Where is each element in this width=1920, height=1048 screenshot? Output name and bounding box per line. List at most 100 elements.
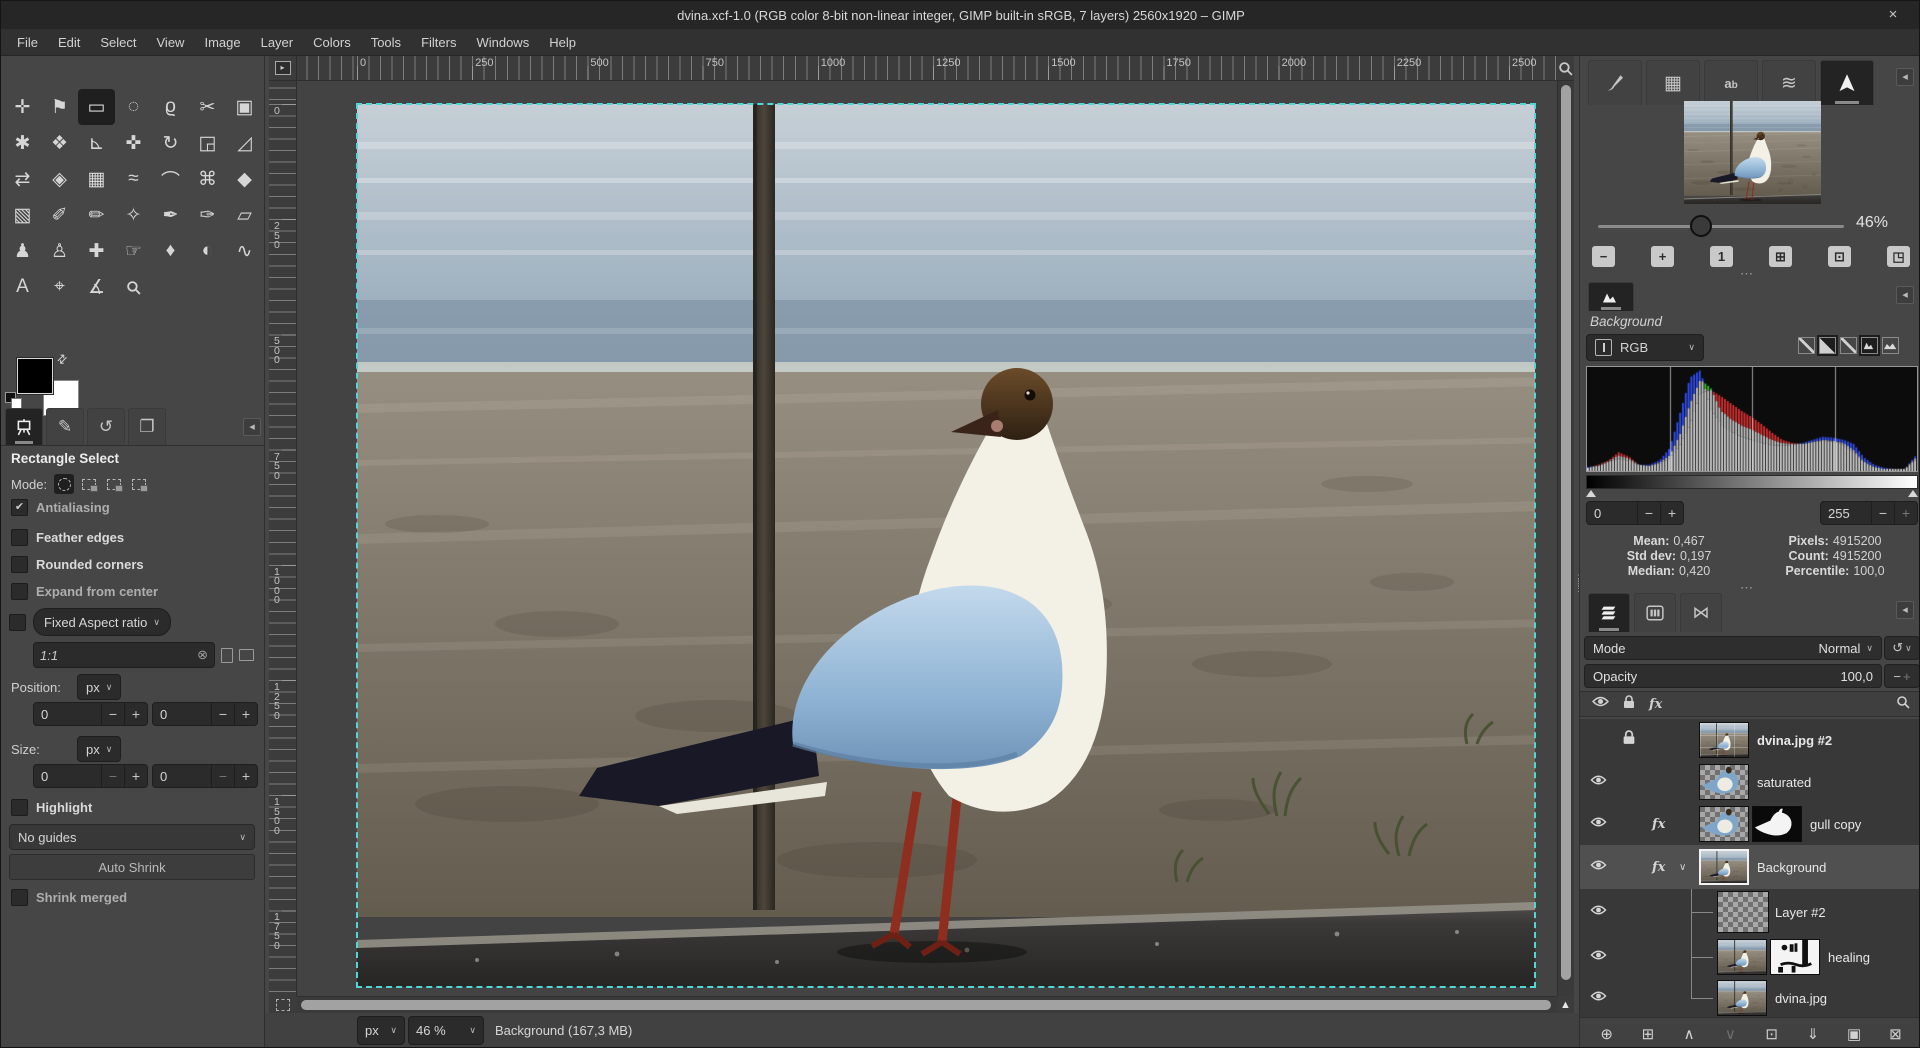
tool-free-select[interactable]: ϱ — [152, 89, 189, 125]
layers-tab[interactable] — [1588, 593, 1630, 632]
layer-search-icon[interactable] — [1896, 695, 1910, 714]
histogram-collapse-icon[interactable]: ◂ — [1896, 286, 1914, 304]
channels-tab[interactable] — [1634, 593, 1676, 632]
new-group-button[interactable]: ⊞ — [1635, 1025, 1661, 1043]
auto-shrink-button[interactable]: Auto Shrink — [9, 854, 255, 880]
tool-dodge-burn[interactable]: ◐ — [189, 233, 226, 269]
lower-layer-button[interactable]: ∨ — [1717, 1025, 1743, 1043]
mode-replace-button[interactable] — [54, 474, 74, 494]
swap-colors-icon[interactable]: ⇄ — [54, 350, 71, 367]
visibility-header-icon[interactable] — [1592, 695, 1609, 713]
tool-measure[interactable]: ∡ — [78, 269, 115, 305]
layer-mask-thumbnail[interactable] — [1752, 806, 1802, 842]
default-colors-icon[interactable] — [5, 392, 21, 408]
landscape-icon[interactable] — [239, 649, 254, 661]
tool-zoom[interactable] — [115, 269, 152, 305]
tool-eraser[interactable]: ▱ — [226, 197, 263, 233]
histogram-expanded-button[interactable] — [1882, 337, 1899, 354]
tool-text[interactable]: A — [4, 269, 41, 305]
tool-crop[interactable]: ⊾ — [78, 125, 115, 161]
size-unit-dropdown[interactable]: px∨ — [77, 736, 121, 762]
histogram-tab[interactable] — [1588, 282, 1634, 311]
mode-subtract-button[interactable] — [104, 474, 124, 494]
layer-row-saturated[interactable]: saturated — [1580, 761, 1920, 803]
layer-mode-row[interactable]: Mode Normal ∨ — [1584, 636, 1882, 660]
tool-rectangle-select[interactable]: ▭ — [78, 89, 115, 125]
tool-unified-transform[interactable]: ✜ — [115, 125, 152, 161]
visibility-toggle-icon[interactable] — [1590, 858, 1610, 876]
histogram-log-button[interactable] — [1819, 337, 1836, 354]
menu-edit[interactable]: Edit — [48, 31, 90, 54]
checkbox-unchecked[interactable] — [11, 556, 28, 573]
dock-resize-handle[interactable]: ⋮⋮⋮ — [1574, 576, 1579, 591]
tool-foreground-select[interactable]: ▣ — [226, 89, 263, 125]
tool-paintbrush[interactable]: ✐ — [41, 197, 78, 233]
layer-thumbnail[interactable] — [1699, 849, 1749, 885]
paths-tab[interactable]: ⋈ — [1680, 593, 1722, 632]
fx-header-icon[interactable]: fx — [1649, 697, 1662, 712]
patterns-tab[interactable]: ▦ — [1646, 60, 1700, 105]
brushes-tab[interactable] — [1588, 60, 1642, 105]
tool-paths[interactable]: ∿ — [226, 233, 263, 269]
fixed-checkbox[interactable] — [9, 614, 26, 631]
visibility-toggle-icon[interactable] — [1590, 903, 1610, 921]
shrink-wrap-button[interactable]: ◳ — [1887, 246, 1910, 267]
lock-header-icon[interactable] — [1623, 695, 1635, 714]
visibility-toggle-icon[interactable] — [1590, 989, 1610, 1007]
histogram-high-spinner[interactable]: 255−+ — [1820, 501, 1918, 525]
position-y-spinner[interactable]: 0−+ — [152, 702, 258, 726]
checkbox-checked[interactable]: ✔ — [11, 499, 28, 516]
fit-image-in-window-button[interactable]: ⊞ — [1769, 246, 1792, 267]
histogram-high-marker[interactable] — [1908, 490, 1918, 497]
tool-mypaint-brush[interactable]: ✑ — [189, 197, 226, 233]
panel-handle-icon[interactable]: ⋯ — [1740, 266, 1755, 282]
horizontal-scrollbar[interactable] — [297, 996, 1557, 1013]
menu-file[interactable]: File — [7, 31, 48, 54]
zoom-in-button[interactable]: + — [1651, 246, 1674, 267]
image-menu-button[interactable]: ▸ — [269, 56, 297, 81]
canvas-image[interactable] — [357, 104, 1535, 987]
visibility-toggle-icon[interactable] — [1590, 815, 1610, 833]
mode-add-button[interactable] — [79, 474, 99, 494]
tool-scale[interactable]: ◲ — [189, 125, 226, 161]
close-window-button[interactable]: × — [1883, 5, 1903, 25]
menu-filters[interactable]: Filters — [411, 31, 466, 54]
histogram-compact-button[interactable] — [1861, 337, 1878, 354]
tool-smudge[interactable]: ☞ — [115, 233, 152, 269]
tab-images[interactable]: ❐ — [128, 408, 166, 445]
menu-view[interactable]: View — [147, 31, 195, 54]
layer-row-healing[interactable]: healing — [1580, 935, 1920, 979]
position-unit-dropdown[interactable]: px∨ — [77, 674, 121, 700]
navigation-preview[interactable] — [1684, 101, 1821, 204]
mode-intersect-button[interactable] — [129, 474, 149, 494]
right-dock-collapse-icon[interactable]: ◂ — [1896, 68, 1914, 86]
menu-image[interactable]: Image — [194, 31, 250, 54]
layer-thumbnail[interactable] — [1717, 980, 1767, 1016]
layer-thumbnail[interactable] — [1717, 891, 1769, 933]
layer-thumbnail[interactable] — [1699, 764, 1749, 800]
zoom-slider-track[interactable] — [1598, 225, 1844, 228]
mode-reset-button[interactable]: ↺∨ — [1884, 636, 1920, 660]
navigation-tab[interactable] — [1820, 60, 1874, 105]
tool-rotate[interactable]: ↻ — [152, 125, 189, 161]
layer-fx-icon[interactable]: fx — [1652, 817, 1665, 832]
menu-select[interactable]: Select — [90, 31, 146, 54]
layer-row-dvina-jpg-2[interactable]: dvina.jpg #2 — [1580, 719, 1920, 761]
layer-thumbnail[interactable] — [1717, 939, 1767, 975]
tool-cage-transform[interactable]: ⌒ — [152, 161, 189, 197]
layer-expander-icon[interactable]: ∨ — [1679, 862, 1686, 873]
foreground-color-swatch[interactable] — [17, 358, 53, 394]
zoom-slider-handle[interactable] — [1690, 215, 1712, 237]
layer-row-dvina-jpg[interactable]: dvina.jpg — [1580, 979, 1920, 1017]
tool-heal[interactable]: ✚ — [78, 233, 115, 269]
zoom-1-1-button[interactable]: 1 — [1710, 246, 1733, 267]
aspect-ratio-input[interactable]: 1:1 ⊗ — [33, 642, 215, 668]
horizontal-scrollbar-thumb[interactable] — [301, 1000, 1551, 1010]
layer-row-background[interactable]: fx∨Background — [1580, 845, 1920, 889]
tool-alignment[interactable]: ⚑ — [41, 89, 78, 125]
histogram-linear-button[interactable] — [1798, 337, 1815, 354]
document-history-tab[interactable]: ≋ — [1762, 60, 1816, 105]
size-width-spinner[interactable]: 0−+ — [33, 764, 148, 788]
visibility-toggle-icon[interactable] — [1590, 948, 1610, 966]
fixed-aspect-dropdown[interactable]: Fixed Aspect ratio∨ — [33, 608, 171, 636]
